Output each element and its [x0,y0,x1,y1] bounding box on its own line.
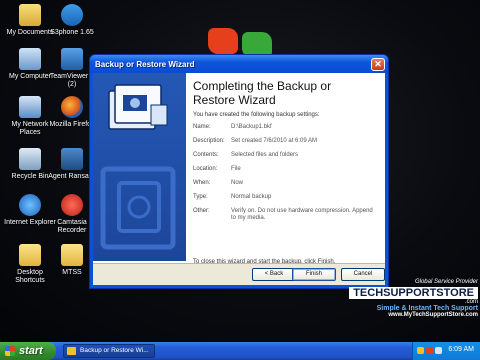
backup-wizard-icon [108,84,168,130]
tray-app-icon[interactable] [417,347,424,354]
taskbar: start Backup or Restore Wi... 6:09 AM [0,342,480,360]
network-icon [19,96,41,118]
wizard-side-panel [93,73,186,261]
desktop: My Documents S3phone 1.65 My Computer Te… [0,0,480,342]
wizard-body: Completing the Backup or Restore Wizard … [93,73,385,285]
techsupportstore-watermark: Global Service Provider TECHSUPPORTSTORE… [342,279,478,335]
recycle-bin-icon [19,148,41,170]
settings-row-name: Name: D:\Backup1.bkf [193,124,272,130]
settings-row-contents: Contents: Selected files and folders [193,152,299,158]
back-button[interactable]: < Back [252,268,296,281]
settings-row-description: Description: Set created 7/6/2010 at 6:0… [193,138,318,144]
folder-icon [19,244,41,266]
agent-icon [61,148,83,170]
desktop-icon-s3phone[interactable]: S3phone 1.65 [46,4,98,37]
skype-icon [61,4,83,26]
start-button[interactable]: start [0,342,56,360]
settings-row-location: Location: File [193,166,241,172]
windows-flag-icon [5,346,15,356]
window-title: Backup or Restore Wizard [95,59,195,69]
folder-icon [61,244,83,266]
settings-row-when: When: Now [193,180,244,186]
settings-intro: You have created the following backup se… [193,112,320,118]
side-panel-decoration [100,166,176,250]
documents-icon [19,4,41,26]
window-title-bar[interactable]: Backup or Restore Wizard ✕ [90,55,388,73]
firefox-icon [61,96,83,118]
wizard-content: Completing the Backup or Restore Wizard … [193,79,379,229]
computer-icon [19,48,41,70]
tray-volume-icon[interactable] [435,347,442,354]
system-tray: 6:09 AM [412,342,480,360]
taskbar-item-backup-wizard[interactable]: Backup or Restore Wi... [63,344,155,358]
wizard-heading: Completing the Backup or Restore Wizard [193,79,332,107]
techsupportstore-logo: TECHSUPPORTSTORE [349,287,478,299]
close-icon[interactable]: ✕ [371,57,385,71]
finish-button[interactable]: Finish [292,268,336,281]
backup-app-icon [67,347,76,355]
camtasia-icon [61,194,83,216]
tray-security-icon[interactable] [426,347,433,354]
backup-settings-table: Name: D:\Backup1.bkf Description: Set cr… [193,124,379,229]
settings-row-type: Type: Normal backup [193,194,272,200]
settings-row-other: Other: Verify on. Do not use hardware co… [193,208,373,221]
internet-explorer-icon [19,194,41,216]
teamviewer-icon [61,48,83,70]
clock[interactable]: 6:09 AM [448,346,474,353]
backup-restore-wizard-window[interactable]: Backup or Restore Wizard ✕ Completing th… [89,54,389,289]
